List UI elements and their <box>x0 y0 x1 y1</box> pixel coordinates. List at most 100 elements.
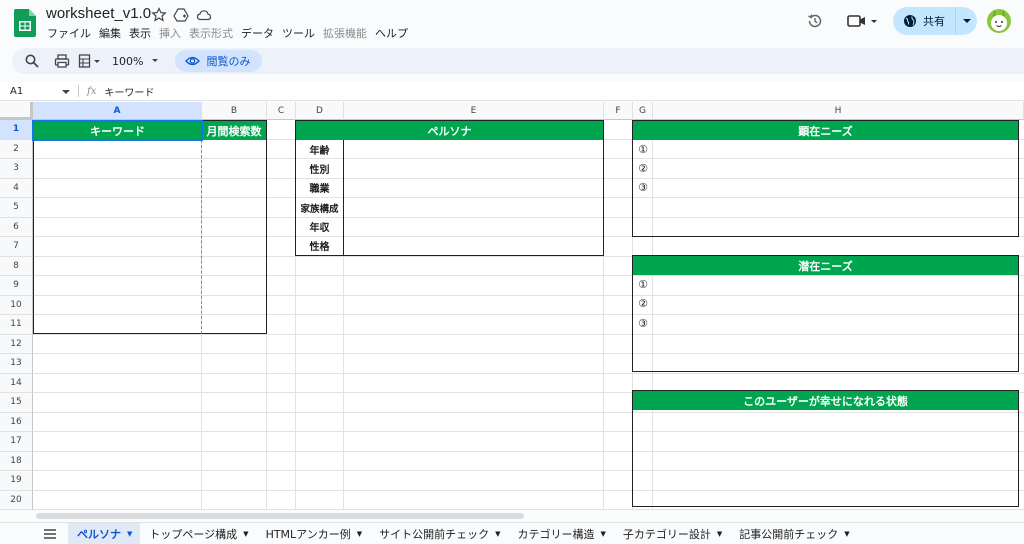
menu-insert[interactable]: 挿入 <box>156 25 186 41</box>
history-icon[interactable] <box>806 12 824 30</box>
sheet-tab-top-page[interactable]: トップページ構成 ▼ <box>140 523 256 544</box>
row-header[interactable]: 6 <box>0 217 33 237</box>
row-header[interactable]: 7 <box>0 237 33 257</box>
star-icon[interactable] <box>151 7 167 23</box>
row-header[interactable]: 16 <box>0 412 33 432</box>
menu-extensions[interactable]: 拡張機能 <box>320 25 372 41</box>
menu-view[interactable]: 表示 <box>126 25 156 41</box>
selected-cell-a1[interactable] <box>32 120 203 141</box>
sheets-logo-icon[interactable] <box>14 9 36 37</box>
move-to-drive-icon[interactable] <box>173 7 189 23</box>
share-button[interactable]: 共有 <box>893 7 977 35</box>
caret-down-icon[interactable]: ▼ <box>717 530 722 538</box>
title-bar: worksheet_v1.0 ファイル 編集 表示 挿入 表示形式 データ ツー… <box>0 0 1024 46</box>
all-sheets-button[interactable] <box>36 528 64 539</box>
sheet-tab-label: ペルソナ <box>77 527 121 541</box>
column-header[interactable]: F <box>604 102 633 120</box>
row-header[interactable]: 17 <box>0 432 33 452</box>
row-header[interactable]: 11 <box>0 315 33 335</box>
row-header[interactable]: 1 <box>0 120 33 140</box>
row-header[interactable]: 4 <box>0 178 33 198</box>
row-header[interactable]: 20 <box>0 490 33 510</box>
avatar[interactable] <box>986 8 1012 34</box>
sheet-tab-label: 子カテゴリー設計 <box>622 527 711 541</box>
column-header[interactable]: C <box>267 102 296 120</box>
caret-down-icon[interactable]: ▼ <box>601 530 606 538</box>
document-title[interactable]: worksheet_v1.0 <box>46 5 151 22</box>
zoom-value: 100% <box>112 54 144 68</box>
persona-label-family[interactable]: 家族構成 <box>296 198 343 217</box>
menu-help[interactable]: ヘルプ <box>372 25 413 41</box>
cloud-saved-icon[interactable] <box>196 7 212 23</box>
sheet-tab-category[interactable]: カテゴリー構造 ▼ <box>509 523 614 544</box>
menu-data[interactable]: データ <box>238 25 279 41</box>
row-header[interactable]: 10 <box>0 295 33 315</box>
menu-tools[interactable]: ツール <box>279 25 320 41</box>
search-icon[interactable] <box>24 53 40 69</box>
horizontal-scrollbar[interactable] <box>36 513 524 519</box>
caret-down-icon[interactable]: ▼ <box>495 530 500 538</box>
persona-label-divider <box>343 140 344 256</box>
column-header[interactable]: G <box>633 102 653 120</box>
happy-state-border <box>632 390 1019 507</box>
formula-input[interactable]: キーワード <box>104 84 154 99</box>
column-header[interactable]: A <box>33 102 202 120</box>
persona-label-gender[interactable]: 性別 <box>296 159 343 178</box>
grid-row-line <box>33 509 1024 510</box>
row-header[interactable]: 14 <box>0 373 33 393</box>
share-dropdown[interactable] <box>956 7 977 35</box>
caret-down-icon[interactable]: ▼ <box>357 530 362 538</box>
cell-reference: A1 <box>10 85 24 97</box>
row-header[interactable]: 12 <box>0 334 33 354</box>
share-main[interactable]: 共有 <box>893 7 955 35</box>
persona-label-personality[interactable]: 性格 <box>296 236 343 255</box>
print-icon[interactable] <box>54 53 70 69</box>
sheet-tab-label: HTMLアンカー例 <box>265 527 351 541</box>
caret-down-icon[interactable]: ▼ <box>844 530 849 538</box>
sheet-tab-site-check[interactable]: サイト公開前チェック ▼ <box>370 523 508 544</box>
caret-down-icon[interactable]: ▼ <box>127 530 132 538</box>
keyword-column-divider <box>201 140 202 334</box>
row-header[interactable]: 2 <box>0 139 33 159</box>
menu-file[interactable]: ファイル <box>44 25 96 41</box>
persona-label-income[interactable]: 年収 <box>296 217 343 236</box>
row-header[interactable]: 8 <box>0 256 33 276</box>
latent-need-marker-1: ① <box>638 278 648 291</box>
paint-format-icon[interactable] <box>78 53 102 69</box>
caret-down-icon <box>62 89 70 94</box>
menu-edit[interactable]: 編集 <box>96 25 126 41</box>
column-header[interactable]: H <box>653 102 1024 120</box>
caret-down-icon[interactable]: ▼ <box>243 530 248 538</box>
eye-icon <box>185 56 201 66</box>
row-header[interactable]: 18 <box>0 451 33 471</box>
explicit-need-marker-1: ① <box>638 143 648 156</box>
globe-icon <box>904 15 916 27</box>
row-header[interactable]: 19 <box>0 471 33 491</box>
sheet-tab-persona[interactable]: ペルソナ ▼ <box>68 522 141 544</box>
row-header[interactable]: 5 <box>0 198 33 218</box>
formula-bar: A1 fx キーワード <box>0 82 1024 101</box>
explicit-need-marker-2: ② <box>638 162 648 175</box>
sheet-tab-bar: ペルソナ ▼ トップページ構成 ▼ HTMLアンカー例 ▼ サイト公開前チェック ▼ カ… <box>0 522 1024 544</box>
latent-needs-border <box>632 255 1019 372</box>
sheet-tab-article-check[interactable]: 記事公開前チェック ▼ <box>730 523 857 544</box>
latent-need-marker-2: ② <box>638 297 648 310</box>
column-header[interactable]: E <box>344 102 604 120</box>
row-header[interactable]: 3 <box>0 159 33 179</box>
sheet-tab-html-anchor[interactable]: HTMLアンカー例 ▼ <box>257 523 371 544</box>
name-box[interactable]: A1 <box>0 86 74 97</box>
row-header[interactable]: 13 <box>0 354 33 374</box>
spreadsheet-grid[interactable]: ABCDEFGH 1 2 3 4 5 6 7 8 9 10 11 12 13 14 15 16 17 18 19 20… <box>0 102 1024 510</box>
view-only-mode-button[interactable]: 閲覧のみ <box>175 50 263 72</box>
column-header[interactable]: D <box>296 102 344 120</box>
column-header[interactable]: B <box>202 102 267 120</box>
persona-label-occupation[interactable]: 職業 <box>296 178 343 197</box>
select-all-corner[interactable] <box>0 102 33 120</box>
sheet-tab-subcategory[interactable]: 子カテゴリー設計 ▼ <box>614 523 730 544</box>
row-header[interactable]: 9 <box>0 276 33 296</box>
persona-label-age[interactable]: 年齢 <box>296 140 343 159</box>
menu-format[interactable]: 表示形式 <box>186 25 238 41</box>
zoom-select[interactable]: 100% <box>112 55 161 68</box>
meet-video-icon[interactable] <box>846 12 880 30</box>
row-header[interactable]: 15 <box>0 393 33 413</box>
